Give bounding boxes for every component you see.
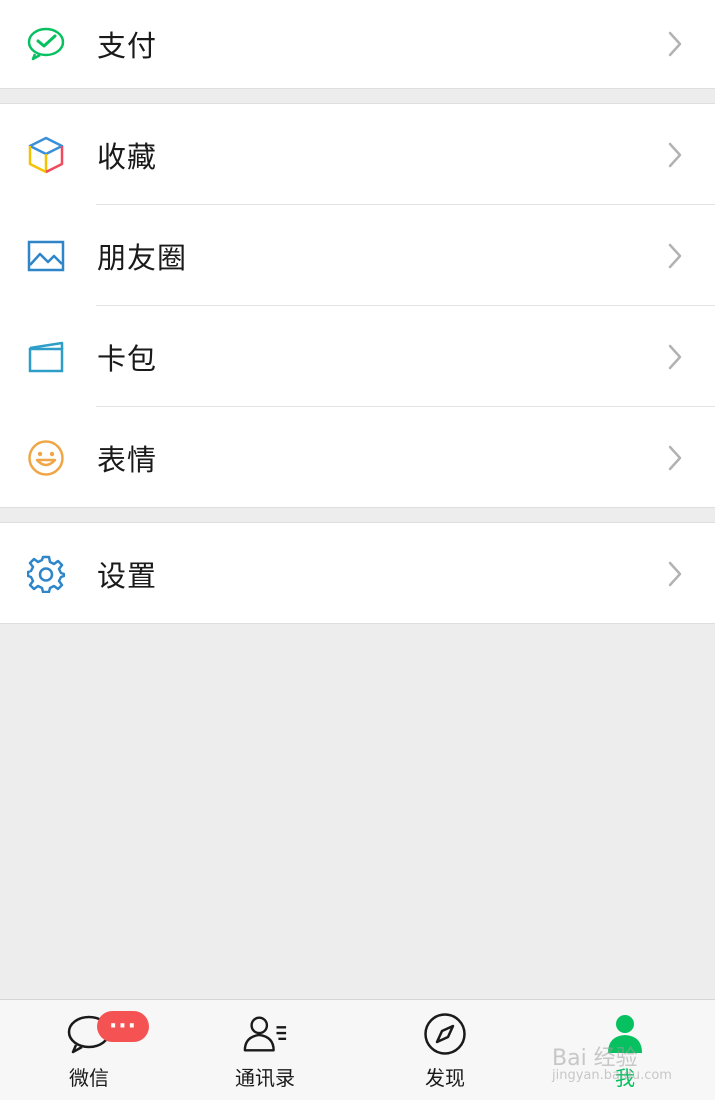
tab-label: 通讯录 — [235, 1066, 295, 1090]
menu-item-favorites[interactable]: 收藏 — [0, 104, 715, 205]
tab-chats[interactable]: 微信 — [0, 1000, 178, 1100]
contacts-icon — [242, 1012, 288, 1056]
menu-group-settings: 设置 — [0, 522, 715, 624]
menu-item-label: 支付 — [97, 29, 158, 63]
menu-item-stickers[interactable]: 表情 — [0, 407, 715, 508]
menu-group-pay: 支付 — [0, 0, 715, 89]
smiley-icon — [26, 438, 66, 478]
chevron-right-icon — [668, 561, 682, 586]
tab-contacts[interactable]: 通讯录 — [176, 1000, 354, 1100]
chevron-right-icon — [668, 445, 682, 470]
compass-icon — [422, 1012, 468, 1056]
menu-group-main: 收藏 朋友圈 卡包 表情 — [0, 103, 715, 508]
tab-label: 发现 — [425, 1066, 465, 1090]
menu-item-moments[interactable]: 朋友圈 — [0, 205, 715, 306]
menu-item-label: 收藏 — [97, 139, 158, 174]
cube-icon — [26, 135, 66, 175]
watermark: Bai 经验 jingyan.baidu.com — [552, 1040, 672, 1083]
card-wallet-icon — [26, 337, 66, 377]
menu-item-label: 设置 — [97, 558, 158, 593]
chevron-right-icon — [668, 31, 682, 57]
chevron-right-icon — [668, 243, 682, 268]
photo-icon — [26, 236, 66, 276]
watermark-sub: jingyan.baidu.com — [552, 1068, 672, 1083]
gear-icon — [26, 554, 66, 594]
menu-item-settings[interactable]: 设置 — [0, 523, 715, 624]
chevron-right-icon — [668, 142, 682, 167]
menu-item-label: 表情 — [97, 442, 158, 477]
menu-item-cards[interactable]: 卡包 — [0, 306, 715, 407]
menu-item-pay[interactable]: 支付 — [0, 0, 715, 88]
tab-discover[interactable]: 发现 — [356, 1000, 534, 1100]
unread-badge: ··· — [97, 1011, 149, 1042]
menu-item-label: 卡包 — [97, 341, 158, 376]
wechat-pay-icon — [26, 24, 66, 64]
menu-item-label: 朋友圈 — [97, 240, 188, 275]
chevron-right-icon — [668, 344, 682, 369]
tab-label: 微信 — [69, 1066, 109, 1090]
